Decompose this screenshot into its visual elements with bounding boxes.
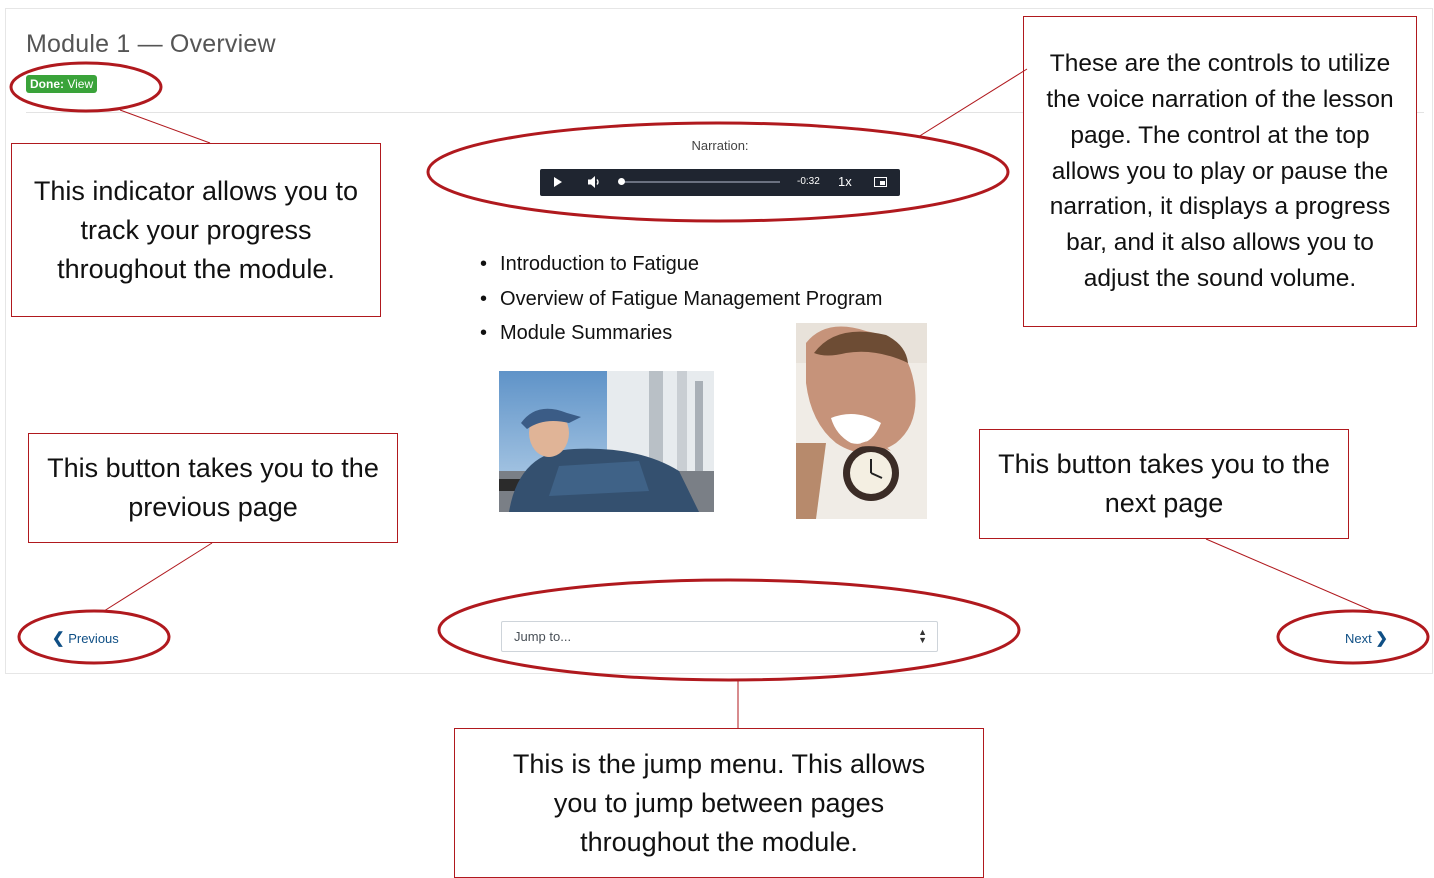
picture-in-picture-icon[interactable] [874, 177, 887, 187]
page-title: Module 1 — Overview [26, 30, 276, 58]
badge-status-text: View [64, 77, 94, 91]
chevron-left-icon: ❮ [52, 630, 65, 647]
narration-label: Narration: [691, 138, 749, 153]
volume-icon[interactable] [587, 174, 601, 195]
next-button-callout: This button takes you to the next page [979, 429, 1349, 539]
badge-status-label: Done: [30, 77, 64, 91]
jump-to-selected-value: Jump to... [514, 629, 572, 644]
playback-speed-button[interactable]: 1x [838, 174, 852, 189]
narration-controls-callout: These are the controls to utilize the vo… [1023, 16, 1417, 327]
alarm-clock-man-photo [796, 323, 927, 519]
progress-indicator-callout: This indicator allows you to track your … [11, 143, 381, 317]
jump-to-menu[interactable]: Jump to... ▲ ▼ [501, 621, 938, 652]
narration-progress-bar[interactable] [620, 181, 780, 183]
list-item: Introduction to Fatigue [480, 252, 882, 287]
next-button[interactable]: Next ❯ [1345, 629, 1388, 647]
select-arrows-icon: ▲ ▼ [918, 627, 927, 645]
play-icon[interactable] [554, 177, 562, 187]
narration-audio-player: -0:32 1x [540, 169, 900, 196]
truck-driver-photo [499, 371, 714, 512]
jump-menu-callout: This is the jump menu. This allows you t… [454, 728, 984, 878]
chevron-right-icon: ❯ [1375, 630, 1388, 647]
previous-button[interactable]: ❮ Previous [52, 629, 119, 647]
next-label: Next [1345, 631, 1372, 646]
previous-label: Previous [68, 631, 119, 646]
list-item: Overview of Fatigue Management Program [480, 287, 882, 322]
remaining-time: -0:32 [797, 176, 820, 187]
completion-status-badge[interactable]: Done: View [26, 75, 98, 93]
progress-scrubber-handle[interactable] [618, 178, 625, 185]
previous-button-callout: This button takes you to the previous pa… [28, 433, 398, 543]
